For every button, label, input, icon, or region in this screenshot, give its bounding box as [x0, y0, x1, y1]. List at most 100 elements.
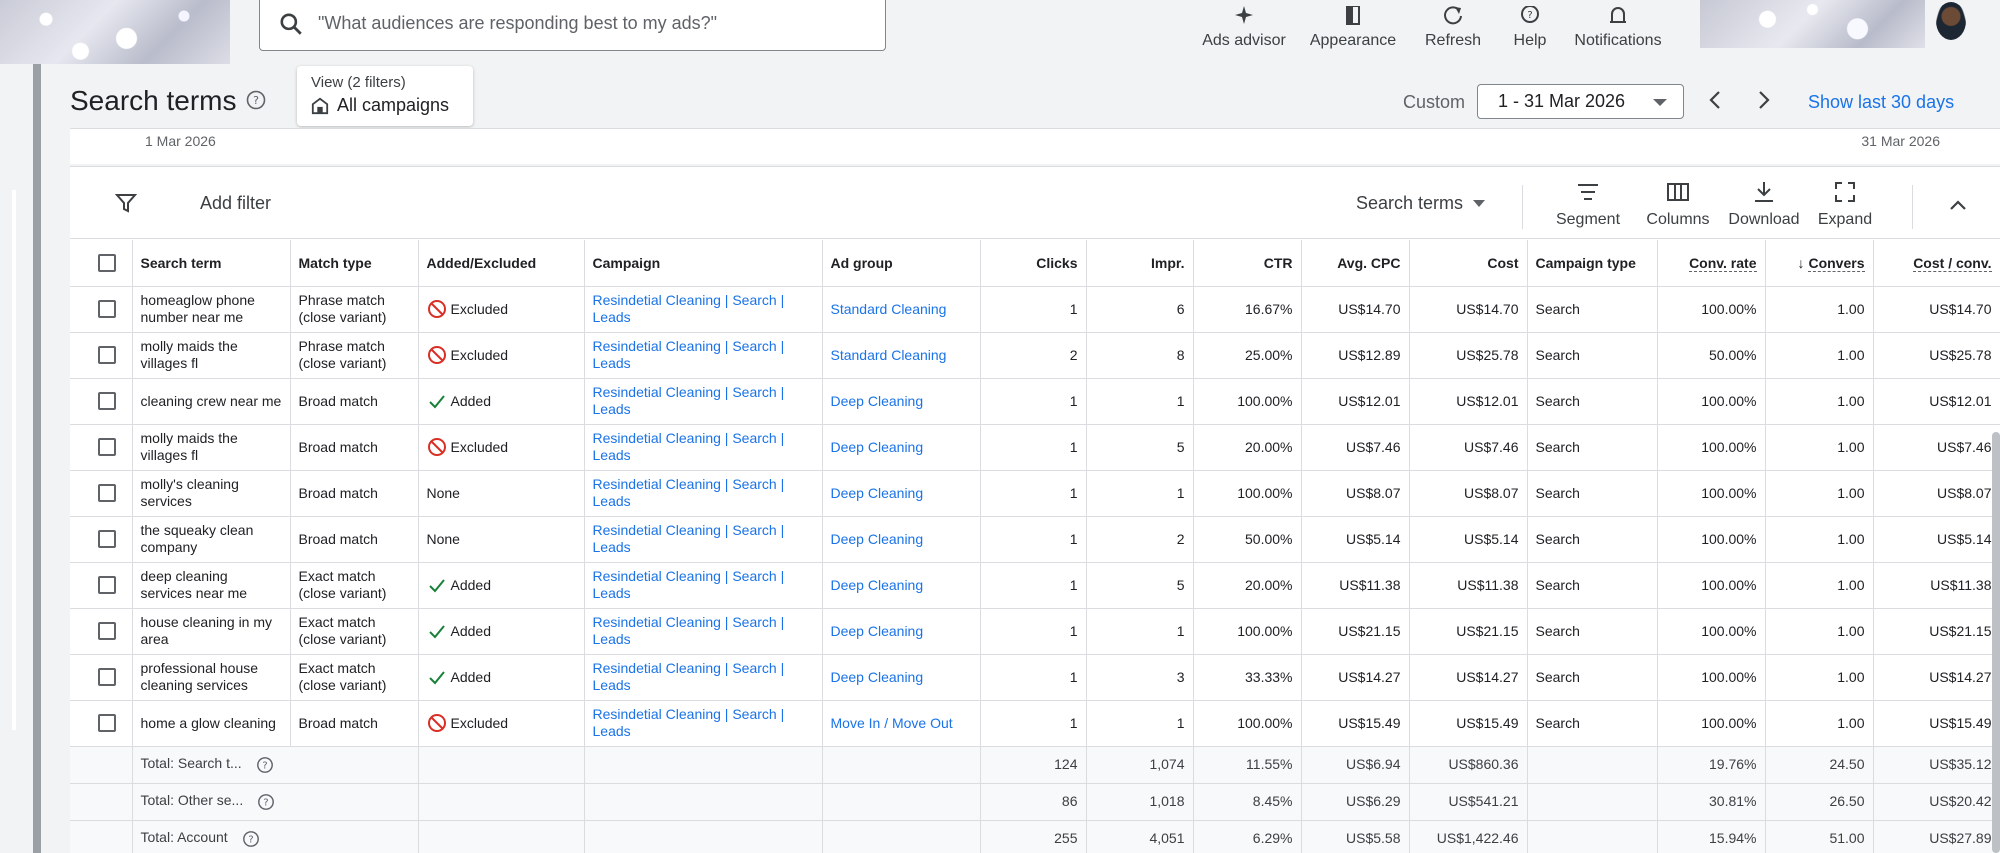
ad-group-link[interactable]: Deep Cleaning [831, 439, 924, 455]
col-cost-per-conv[interactable]: Cost / conv. [1873, 240, 2000, 287]
avatar[interactable] [1936, 2, 1966, 40]
table-row[interactable]: molly maids the villages fl Phrase match … [70, 332, 2000, 379]
cost-per-conv-cell: US$21.15 [1873, 608, 2000, 655]
campaign-link[interactable]: Resindetial Cleaning | Search | Leads [593, 568, 785, 601]
excluded-icon [427, 438, 446, 456]
table-row[interactable]: the squeaky clean company Broad match None… [70, 516, 2000, 563]
col-campaign-type[interactable]: Campaign type [1527, 240, 1658, 287]
added-excluded-cell[interactable]: None [418, 470, 585, 517]
ad-group-link[interactable]: Standard Cleaning [831, 301, 947, 317]
row-checkbox[interactable] [98, 622, 116, 641]
col-match-type[interactable]: Match type [290, 240, 419, 287]
campaign-link[interactable]: Resindetial Cleaning | Search | Leads [593, 706, 785, 739]
conversions-cell: 1.00 [1765, 470, 1874, 517]
campaign-link[interactable]: Resindetial Cleaning | Search | Leads [593, 614, 785, 647]
appearance-button[interactable]: Appearance [1310, 0, 1396, 50]
row-checkbox[interactable] [98, 392, 116, 411]
col-added-excluded[interactable]: Added/Excluded [418, 240, 585, 287]
select-all-checkbox[interactable] [98, 253, 116, 272]
question-circle-icon[interactable]: ? [257, 793, 275, 811]
table-row[interactable]: cleaning crew near me Broad match Added Res… [70, 378, 2000, 425]
col-ad-group[interactable]: Ad group [822, 240, 981, 287]
chevron-up-icon[interactable] [1946, 193, 1970, 217]
table-row[interactable]: home a glow cleaning Broad match Excluded R… [70, 700, 2000, 747]
campaign-link[interactable]: Resindetial Cleaning | Search | Leads [593, 660, 785, 693]
added-excluded-cell[interactable]: Added [418, 608, 585, 655]
added-excluded-cell[interactable]: Added [418, 562, 585, 609]
impr-cell: 2 [1086, 516, 1194, 563]
ad-group-link[interactable]: Deep Cleaning [831, 393, 924, 409]
col-cost[interactable]: Cost [1409, 240, 1528, 287]
view-selector[interactable]: View (2 filters) All campaigns [297, 66, 473, 126]
table-row[interactable]: professional house cleaning services Exac… [70, 654, 2000, 701]
row-checkbox[interactable] [98, 714, 116, 733]
table-row[interactable]: molly's cleaning services Broad match None… [70, 470, 2000, 517]
ad-group-link[interactable]: Deep Cleaning [831, 623, 924, 639]
added-excluded-cell[interactable]: Excluded [418, 286, 585, 333]
columns-button[interactable]: Columns [1638, 179, 1718, 229]
add-filter-button[interactable]: Add filter [200, 193, 271, 214]
campaign-link[interactable]: Resindetial Cleaning | Search | Leads [593, 338, 785, 371]
ad-group-link[interactable]: Deep Cleaning [831, 669, 924, 685]
table-row[interactable]: house cleaning in my area Exact match (cl… [70, 608, 2000, 655]
question-circle-icon[interactable]: ? [256, 756, 274, 774]
cost-per-conv-cell: US$12.01 [1873, 378, 2000, 425]
ad-group-link[interactable]: Deep Cleaning [831, 531, 924, 547]
row-checkbox[interactable] [98, 668, 116, 687]
show-last-30-days-link[interactable]: Show last 30 days [1808, 92, 1954, 113]
ads-advisor-button[interactable]: Ads advisor [1202, 0, 1286, 50]
added-excluded-cell[interactable]: Added [418, 654, 585, 701]
dropdown-caret-icon [1473, 200, 1486, 207]
added-excluded-cell[interactable]: Excluded [418, 332, 585, 379]
col-avg-cpc[interactable]: Avg. CPC [1301, 240, 1410, 287]
campaign-link[interactable]: Resindetial Cleaning | Search | Leads [593, 522, 785, 555]
question-circle-icon[interactable]: ? [246, 90, 266, 110]
table-row[interactable]: deep cleaning services near me Exact matc… [70, 562, 2000, 609]
campaign-link[interactable]: Resindetial Cleaning | Search | Leads [593, 292, 785, 325]
campaign-link[interactable]: Resindetial Cleaning | Search | Leads [593, 430, 785, 463]
col-campaign[interactable]: Campaign [584, 240, 823, 287]
col-conv-rate[interactable]: Conv. rate [1657, 240, 1766, 287]
row-checkbox[interactable] [98, 300, 116, 319]
table-row[interactable]: homeaglow phone number near me Phrase mat… [70, 286, 2000, 333]
date-range-select[interactable]: 1 - 31 Mar 2026 [1477, 84, 1684, 119]
total-conv-rate-cell: 15.94% [1657, 820, 1766, 853]
row-checkbox[interactable] [98, 438, 116, 457]
campaign-link[interactable]: Resindetial Cleaning | Search | Leads [593, 476, 785, 509]
refresh-button[interactable]: Refresh [1420, 0, 1486, 50]
col-ctr[interactable]: CTR [1193, 240, 1302, 287]
search-terms-select[interactable]: Search terms [1356, 193, 1486, 214]
search-icon [280, 12, 302, 35]
segment-button[interactable]: Segment [1546, 179, 1630, 229]
added-excluded-cell[interactable]: Excluded [418, 700, 585, 747]
axis-start-date: 1 Mar 2026 [145, 133, 216, 149]
col-impr[interactable]: Impr. [1086, 240, 1194, 287]
download-button[interactable]: Download [1722, 179, 1806, 229]
col-conversions[interactable]: ↓ Convers [1765, 240, 1874, 287]
expand-button[interactable]: Expand [1810, 179, 1880, 229]
ad-group-link[interactable]: Deep Cleaning [831, 485, 924, 501]
added-excluded-cell[interactable]: Added [418, 378, 585, 425]
col-search-term[interactable]: Search term [132, 240, 291, 287]
help-button[interactable]: ? Help [1510, 0, 1550, 50]
filter-icon[interactable] [114, 191, 138, 215]
question-circle-icon[interactable]: ? [242, 830, 260, 848]
col-clicks[interactable]: Clicks [980, 240, 1087, 287]
row-checkbox[interactable] [98, 346, 116, 365]
chevron-right-icon[interactable] [1751, 88, 1775, 112]
ad-group-link[interactable]: Move In / Move Out [831, 715, 953, 731]
chevron-left-icon[interactable] [1704, 88, 1728, 112]
added-excluded-cell[interactable]: None [418, 516, 585, 563]
vertical-scrollbar[interactable] [1992, 432, 2000, 853]
notifications-button[interactable]: Notifications [1570, 0, 1666, 50]
search-box[interactable]: "What audiences are responding best to m… [259, 0, 886, 51]
row-checkbox[interactable] [98, 484, 116, 503]
avg-cpc-cell: US$21.15 [1301, 608, 1410, 655]
row-checkbox[interactable] [98, 576, 116, 595]
added-excluded-cell[interactable]: Excluded [418, 424, 585, 471]
ad-group-link[interactable]: Standard Cleaning [831, 347, 947, 363]
table-row[interactable]: molly maids the villages fl Broad match Ex… [70, 424, 2000, 471]
ad-group-link[interactable]: Deep Cleaning [831, 577, 924, 593]
row-checkbox[interactable] [98, 530, 116, 549]
campaign-link[interactable]: Resindetial Cleaning | Search | Leads [593, 384, 785, 417]
